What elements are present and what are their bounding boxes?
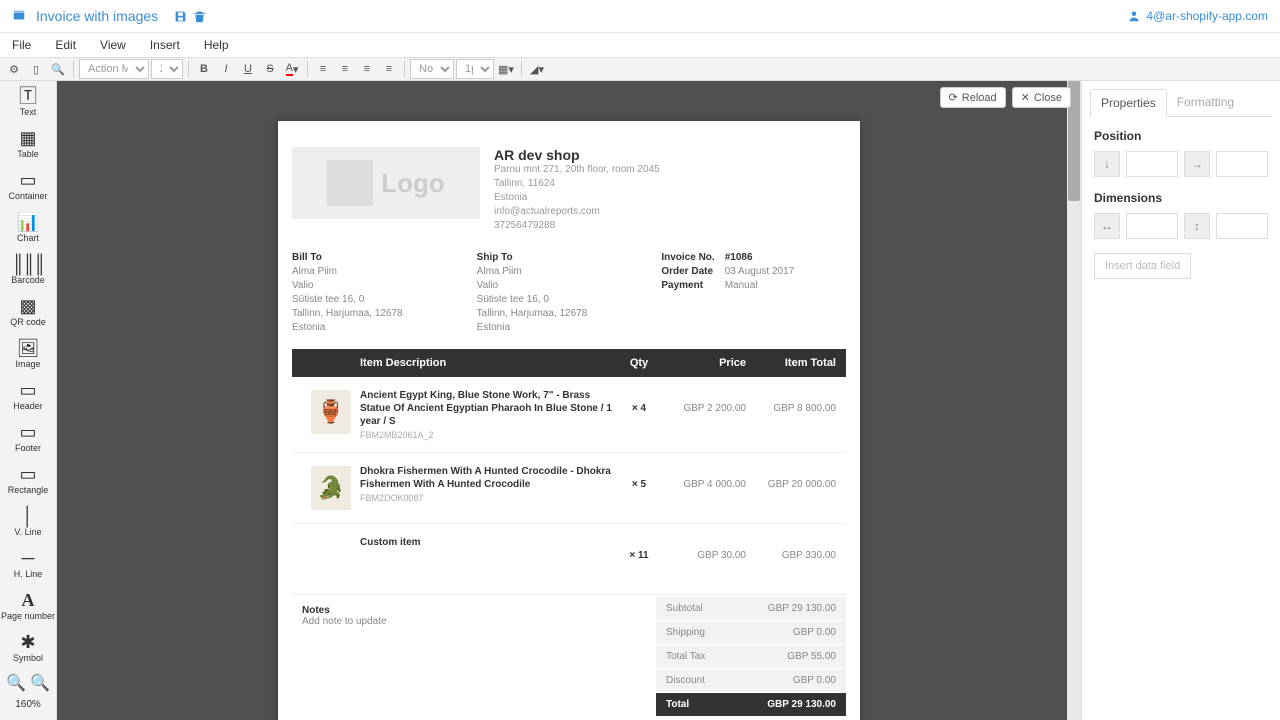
menu-file[interactable]: File [12, 38, 31, 52]
underline-button[interactable]: U [238, 59, 258, 79]
bold-button[interactable]: B [194, 59, 214, 79]
border-button[interactable]: ▦▾ [496, 59, 516, 79]
invoice-page[interactable]: Logo AR dev shop Parnu mnt 271, 20th flo… [278, 121, 860, 720]
document-title: Invoice with images [36, 8, 158, 24]
tool-text[interactable]: 🅃Text [0, 81, 56, 123]
item-price: GBP 2 200.00 [660, 389, 746, 414]
tab-properties[interactable]: Properties [1090, 89, 1167, 117]
italic-button[interactable]: I [216, 59, 236, 79]
tool-image[interactable]: 🖼Image [0, 333, 56, 375]
menu-help[interactable]: Help [204, 38, 229, 52]
height-input[interactable] [1216, 213, 1268, 239]
tool-table[interactable]: ▦Table [0, 123, 56, 165]
border-width-select[interactable]: 1px [456, 59, 494, 79]
position-x-input[interactable] [1216, 151, 1268, 177]
align-center-button[interactable]: ≡ [335, 59, 355, 79]
delete-icon[interactable] [193, 10, 206, 23]
format-toolbar: ⚙ ▯ 🔍 Action Man 2 B I U S A▾ ≡ ≡ ≡ ≡ No… [0, 57, 1280, 81]
vertical-scrollbar[interactable] [1067, 81, 1081, 720]
tool-vline[interactable]: │V. Line [0, 501, 56, 543]
user-icon [1128, 10, 1140, 22]
tool-qrcode[interactable]: ▩QR code [0, 291, 56, 333]
tab-formatting[interactable]: Formatting [1167, 89, 1244, 116]
items-table-header: Item Description Qty Price Item Total [292, 349, 846, 377]
menu-insert[interactable]: Insert [150, 38, 180, 52]
ship-to: Ship To Alma Piim Valio Sütiste tee 16, … [477, 251, 662, 335]
properties-panel: Properties Formatting Position ↓ → Dimen… [1081, 81, 1280, 720]
menu-view[interactable]: View [100, 38, 126, 52]
item-qty: × 5 [618, 465, 660, 490]
fill-color-button[interactable]: ◢▾ [527, 59, 547, 79]
position-label: Position [1094, 129, 1268, 143]
item-qty: × 4 [618, 389, 660, 414]
insert-data-field-button[interactable]: Insert data field [1094, 253, 1191, 279]
element-palette: 🅃Text ▦Table ▭Container 📊Chart ║║║Barcod… [0, 81, 57, 720]
tool-rectangle[interactable]: ▭Rectangle [0, 459, 56, 501]
save-icon[interactable] [174, 10, 187, 23]
tool-header[interactable]: ▭Header [0, 375, 56, 417]
dimensions-label: Dimensions [1094, 191, 1268, 205]
position-y-input[interactable] [1126, 151, 1178, 177]
border-style-select[interactable]: None [410, 59, 454, 79]
tool-barcode[interactable]: ║║║Barcode [0, 249, 56, 291]
item-title: Ancient Egypt King, Blue Stone Work, 7" … [360, 389, 618, 428]
item-price: GBP 4 000.00 [660, 465, 746, 490]
item-total: GBP 330.00 [746, 536, 836, 561]
item-price: GBP 30.00 [660, 536, 746, 561]
table-row: 🐊 Dhokra Fishermen With A Hunted Crocodil… [292, 453, 846, 524]
settings-icon[interactable]: ⚙ [4, 59, 24, 79]
notes-section: Notes Add note to update [292, 597, 656, 720]
height-icon[interactable]: ↕ [1184, 213, 1210, 239]
zoom-in-icon[interactable]: 🔍 [30, 673, 50, 693]
menu-bar: File Edit View Insert Help [0, 33, 1280, 57]
user-info[interactable]: 4@ar-shopify-app.com [1128, 9, 1268, 23]
tool-container[interactable]: ▭Container [0, 165, 56, 207]
align-left-button[interactable]: ≡ [313, 59, 333, 79]
bill-to: Bill To Alma Piim Valio Sütiste tee 16, … [292, 251, 477, 335]
strike-button[interactable]: S [260, 59, 280, 79]
table-row: 🏺Ancient Egypt King, Blue Stone Work, 7"… [292, 377, 846, 453]
close-button[interactable]: ✕ Close [1012, 87, 1071, 108]
font-select[interactable]: Action Man [79, 59, 149, 79]
item-title: Custom item [360, 536, 618, 549]
arrow-down-icon[interactable]: ↓ [1094, 151, 1120, 177]
align-justify-button[interactable]: ≡ [379, 59, 399, 79]
arrow-right-icon[interactable]: → [1184, 151, 1210, 177]
logo-placeholder: Logo [292, 147, 480, 219]
item-total: GBP 8 800.00 [746, 389, 836, 414]
tool-chart[interactable]: 📊Chart [0, 207, 56, 249]
totals-section: SubtotalGBP 29 130.00 ShippingGBP 0.00 T… [656, 597, 846, 720]
size-select[interactable]: 2 [151, 59, 183, 79]
product-image: 🐊 [311, 466, 351, 510]
page-icon[interactable]: ▯ [26, 59, 46, 79]
zoom-level: 160% [0, 697, 56, 712]
reload-button[interactable]: ⟳ Reload [940, 87, 1006, 108]
search-icon[interactable]: 🔍 [48, 59, 68, 79]
width-input[interactable] [1126, 213, 1178, 239]
title-bar: Invoice with images 4@ar-shopify-app.com [0, 0, 1280, 33]
text-color-button[interactable]: A▾ [282, 59, 302, 79]
align-right-button[interactable]: ≡ [357, 59, 377, 79]
company-info: AR dev shop Parnu mnt 271, 20th floor, r… [494, 147, 846, 233]
width-icon[interactable]: ↔ [1094, 213, 1120, 239]
item-qty: × 11 [618, 536, 660, 561]
tool-hline[interactable]: ─H. Line [0, 543, 56, 585]
table-row: Custom item× 11GBP 30.00GBP 330.00 [292, 524, 846, 595]
item-title: Dhokra Fishermen With A Hunted Crocodile… [360, 465, 618, 491]
item-sku: FBM2DOK0087 [360, 493, 618, 503]
zoom-out-icon[interactable]: 🔍 [6, 673, 26, 693]
tool-symbol[interactable]: ✱Symbol [0, 627, 56, 669]
menu-edit[interactable]: Edit [55, 38, 76, 52]
item-sku: FBM2MB2061A_2 [360, 430, 618, 440]
logo-cube-icon [327, 160, 373, 206]
item-total: GBP 20 000.00 [746, 465, 836, 490]
tool-footer[interactable]: ▭Footer [0, 417, 56, 459]
product-image: 🏺 [311, 390, 351, 434]
tool-pagenumber[interactable]: APage number [0, 585, 56, 627]
invoice-meta: Invoice No. Order Date Payment #1086 03 … [661, 251, 846, 335]
document-icon [12, 9, 26, 23]
editor-canvas[interactable]: ⟳ Reload ✕ Close Logo AR dev shop Parnu … [57, 81, 1081, 720]
